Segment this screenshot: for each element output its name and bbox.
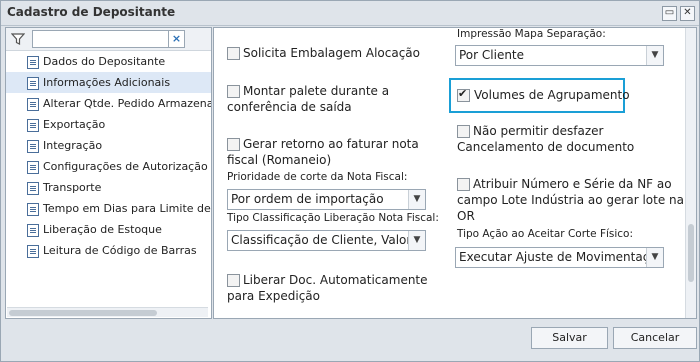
sidebar-item-leitura-codigo-barras[interactable]: Leitura de Código de Barras <box>6 240 211 261</box>
close-window-button[interactable]: ✕ <box>680 6 695 21</box>
document-icon <box>27 140 39 153</box>
prioridade-corte-select[interactable]: Por ordem de importação ▼ <box>227 189 426 210</box>
montar-palete-checkbox[interactable] <box>227 85 240 98</box>
sidebar-item-tempo-dias[interactable]: Tempo em Dias para Limite de Oper <box>6 198 211 219</box>
liberar-doc-label-2: para Expedição <box>227 289 320 303</box>
nao-permitir-desfazer-checkbox[interactable] <box>457 125 470 138</box>
sidebar-item-dados-depositante[interactable]: Dados do Depositante <box>6 51 211 72</box>
filter-input[interactable] <box>32 30 172 48</box>
sidebar-item-exportacao[interactable]: Exportação <box>6 114 211 135</box>
document-icon <box>27 203 39 216</box>
impressao-mapa-caption: Impressão Mapa Separação: <box>457 28 606 40</box>
dialog-footer: Salvar Cancelar <box>1 323 699 359</box>
volumes-agrupamento-checkbox[interactable] <box>457 87 470 102</box>
dialog-body: × Dados do Depositante Informações Adici… <box>5 27 697 319</box>
impressao-mapa-select[interactable]: Por Cliente ▼ <box>455 45 664 66</box>
solicita-embalagem-label: Solicita Embalagem Alocação <box>243 46 420 60</box>
sidebar-item-informacoes-adicionais[interactable]: Informações Adicionais <box>6 72 211 93</box>
sidebar-item-label: Transporte <box>43 181 102 194</box>
gerar-retorno-label-2: fiscal (Romaneio) <box>227 153 332 167</box>
sidebar-horizontal-scrollbar[interactable] <box>7 307 208 317</box>
sidebar-item-integracao[interactable]: Integração <box>6 135 211 156</box>
sidebar-item-liberacao-estoque[interactable]: Liberação de Estoque <box>6 219 211 240</box>
sidebar-item-configuracoes-autorizacao[interactable]: Configurações de Autorização para <box>6 156 211 177</box>
atribuir-numero-label-2: campo Lote Indústria ao gerar lote na <box>457 193 684 207</box>
sidebar-list: Dados do Depositante Informações Adicion… <box>6 51 211 261</box>
sidebar-item-label: Configurações de Autorização para <box>43 160 211 173</box>
filter-bar: × <box>6 28 211 51</box>
sidebar-item-label: Leitura de Código de Barras <box>43 244 197 257</box>
document-icon <box>27 182 39 195</box>
sidebar-item-label: Liberação de Estoque <box>43 223 162 236</box>
sidebar-item-label: Informações Adicionais <box>43 76 171 89</box>
save-button[interactable]: Salvar <box>531 327 608 349</box>
window-title: Cadastro de Depositante <box>7 5 176 19</box>
prioridade-corte-value: Por ordem de importação <box>231 192 384 206</box>
liberar-doc-checkbox[interactable] <box>227 274 240 287</box>
tipo-acao-corte-caption: Tipo Ação ao Aceitar Corte Físico: <box>457 228 634 240</box>
document-icon <box>27 98 39 111</box>
montar-palete-label-2: conferência de saída <box>227 100 352 114</box>
solicita-embalagem-checkbox[interactable] <box>227 47 240 60</box>
scrollbar-thumb[interactable] <box>9 310 157 316</box>
tipo-acao-corte-select[interactable]: Executar Ajuste de Movimentação ▼ <box>455 247 664 268</box>
chevron-down-icon[interactable]: ▼ <box>646 248 663 267</box>
atribuir-numero-label: Atribuir Número e Série da NF ao <box>473 177 672 191</box>
tipo-classificacao-select[interactable]: Classificação de Cliente, Valor de ▼ <box>227 230 426 251</box>
nao-permitir-desfazer-label-2: Cancelamento de documento <box>457 140 635 154</box>
document-icon <box>27 119 39 132</box>
liberar-doc-label: Liberar Doc. Automaticamente <box>243 273 428 287</box>
impressao-mapa-value: Por Cliente <box>459 48 525 62</box>
title-bar[interactable]: Cadastro de Depositante ▭ ✕ <box>1 1 699 26</box>
form-vertical-scrollbar[interactable] <box>685 28 696 318</box>
document-icon <box>27 245 39 258</box>
sidebar-item-label: Tempo em Dias para Limite de Oper <box>43 202 211 215</box>
sidebar-item-label: Alterar Qtde. Pedido Armazenagem <box>43 97 212 110</box>
chevron-down-icon[interactable]: ▼ <box>408 190 425 209</box>
montar-palete-label: Montar palete durante a <box>243 84 390 98</box>
document-icon <box>27 56 39 69</box>
volumes-agrupamento-label: Volumes de Agrupamento <box>474 88 630 102</box>
tipo-classificacao-caption: Tipo Classificação Liberação Nota Fiscal… <box>227 212 439 224</box>
document-icon <box>27 224 39 237</box>
sidebar-item-label: Exportação <box>43 118 106 131</box>
restore-window-button[interactable]: ▭ <box>662 6 677 21</box>
tipo-classificacao-value: Classificação de Cliente, Valor de <box>231 233 426 247</box>
cancel-button[interactable]: Cancelar <box>613 327 697 349</box>
dialog-window: Cadastro de Depositante ▭ ✕ × Dados do D… <box>0 0 700 362</box>
atribuir-numero-label-3: OR <box>457 209 475 223</box>
nao-permitir-desfazer-label: Não permitir desfazer <box>473 124 604 138</box>
form-content: Solicita Embalagem Alocação Montar palet… <box>214 28 684 318</box>
chevron-down-icon[interactable]: ▼ <box>646 46 663 65</box>
sidebar-item-transporte[interactable]: Transporte <box>6 177 211 198</box>
sidebar-item-label: Integração <box>43 139 103 152</box>
chevron-down-icon[interactable]: ▼ <box>408 231 425 250</box>
document-icon <box>27 77 39 90</box>
filter-icon[interactable] <box>11 32 25 46</box>
clear-filter-button[interactable]: × <box>168 30 185 48</box>
form-panel: Solicita Embalagem Alocação Montar palet… <box>213 27 697 319</box>
sidebar-item-label: Dados do Depositante <box>43 55 166 68</box>
scrollbar-thumb[interactable] <box>688 224 694 282</box>
gerar-retorno-label: Gerar retorno ao faturar nota <box>243 137 419 151</box>
prioridade-corte-caption: Prioridade de corte da Nota Fiscal: <box>227 171 408 183</box>
tipo-acao-corte-value: Executar Ajuste de Movimentação <box>459 250 664 264</box>
gerar-retorno-checkbox[interactable] <box>227 138 240 151</box>
atribuir-numero-checkbox[interactable] <box>457 178 470 191</box>
document-icon <box>27 161 39 174</box>
sidebar-item-alterar-qtde[interactable]: Alterar Qtde. Pedido Armazenagem <box>6 93 211 114</box>
sidebar: × Dados do Depositante Informações Adici… <box>5 27 212 319</box>
